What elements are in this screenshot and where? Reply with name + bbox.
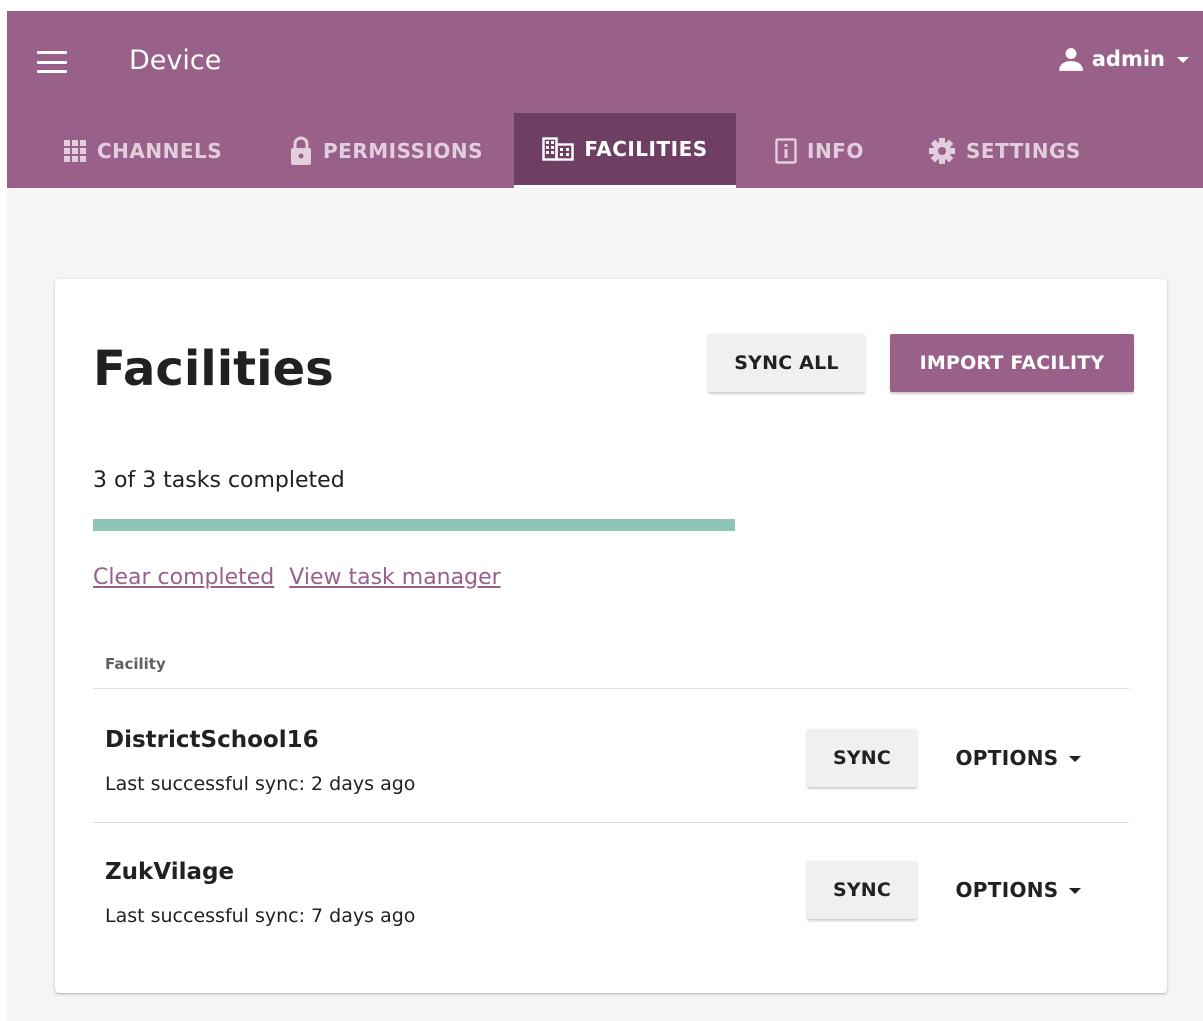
facility-name: DistrictSchool16 — [105, 727, 319, 753]
progress-fill — [93, 519, 735, 531]
user-name: admin — [1091, 47, 1165, 71]
table-row: ZukVilage Last successful sync: 7 days a… — [93, 823, 1129, 955]
table-row: DistrictSchool16 Last successful sync: 2… — [93, 689, 1129, 821]
options-label: Options — [955, 746, 1059, 770]
tab-info[interactable]: Info — [775, 113, 864, 188]
info-icon — [775, 137, 797, 164]
user-menu[interactable]: admin — [1058, 41, 1189, 77]
task-links: Clear completed View task manager — [93, 563, 501, 593]
business-building-icon — [542, 137, 575, 161]
app-bar: Device admin Channels — [7, 11, 1203, 188]
person-icon — [1058, 48, 1083, 71]
clear-completed-link[interactable]: Clear completed — [93, 563, 274, 593]
table-header-facility: Facility — [105, 655, 166, 673]
app-window: Device admin Channels — [7, 11, 1203, 1021]
facilities-card: Facilities Sync all Import facility 3 of… — [55, 279, 1167, 993]
tab-label: Channels — [97, 138, 223, 163]
options-button[interactable]: Options — [943, 729, 1093, 787]
tasks-status-text: 3 of 3 tasks completed — [93, 468, 345, 493]
chevron-down-icon — [1177, 57, 1189, 63]
lock-icon — [291, 135, 311, 165]
sync-button[interactable]: Sync — [807, 861, 917, 919]
tab-settings[interactable]: Settings — [928, 113, 1081, 188]
last-sync-text: Last successful sync: 7 days ago — [105, 905, 416, 927]
tab-label: Info — [807, 138, 864, 163]
tasks-progress-bar — [93, 519, 735, 531]
last-sync-text: Last successful sync: 2 days ago — [105, 773, 416, 795]
sync-all-button[interactable]: Sync all — [708, 334, 865, 392]
view-task-manager-link[interactable]: View task manager — [289, 563, 500, 593]
tab-label: Settings — [966, 138, 1081, 163]
options-button[interactable]: Options — [943, 861, 1093, 919]
tab-permissions[interactable]: Permissions — [289, 113, 483, 188]
tab-facilities[interactable]: Facilities — [514, 113, 736, 188]
tab-channels[interactable]: Channels — [63, 113, 222, 188]
options-label: Options — [955, 878, 1059, 902]
menu-icon[interactable] — [35, 49, 69, 75]
apps-grid-icon — [64, 139, 86, 162]
chevron-down-icon — [1068, 755, 1081, 762]
settings-gear-icon — [929, 137, 955, 164]
tab-label: Facilities — [584, 137, 708, 161]
tab-label: Permissions — [323, 138, 484, 163]
tab-bar: Channels Permissions — [7, 113, 1203, 188]
page-title: Device — [129, 45, 222, 76]
import-facility-button[interactable]: Import facility — [890, 334, 1134, 392]
facility-name: ZukVilage — [105, 859, 235, 885]
sync-button[interactable]: Sync — [807, 729, 917, 787]
chevron-down-icon — [1068, 887, 1081, 894]
section-title: Facilities — [93, 341, 334, 397]
